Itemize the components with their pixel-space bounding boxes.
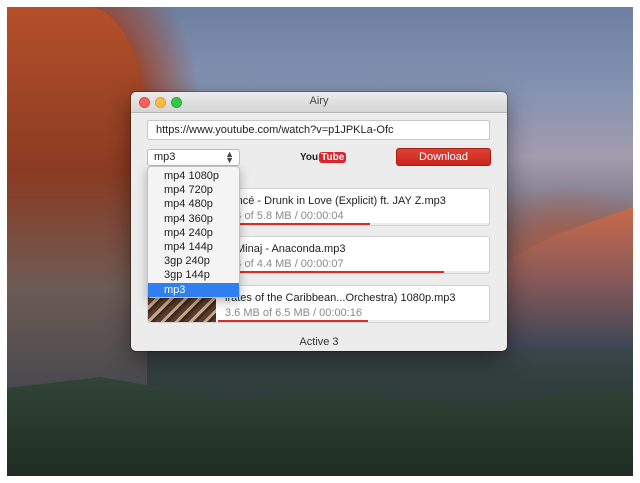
- title-bar[interactable]: Airy: [131, 92, 507, 113]
- download-item-progress-text: 3.6 MB of 6.5 MB / 00:00:16: [225, 307, 362, 319]
- download-item-progress-text: MB of 4.4 MB / 00:00:07: [225, 258, 344, 270]
- format-option[interactable]: mp4 240p: [148, 226, 239, 240]
- format-option[interactable]: mp4 360p: [148, 212, 239, 226]
- format-option[interactable]: mp4 144p: [148, 240, 239, 254]
- format-select-value: mp3: [154, 151, 176, 163]
- format-option[interactable]: mp3: [148, 282, 239, 297]
- format-option[interactable]: mp4 1080p: [148, 169, 239, 183]
- url-input[interactable]: https://www.youtube.com/watch?v=p1JPKLa-…: [147, 120, 490, 140]
- wallpaper-ridge: [503, 207, 633, 347]
- logo-you: You: [300, 152, 319, 163]
- progress-bar: [218, 223, 489, 225]
- window-title: Airy: [309, 95, 329, 107]
- chevron-updown-icon: ▲ ▼: [225, 149, 234, 165]
- download-item-progress-text: MB of 5.8 MB / 00:00:04: [225, 210, 344, 222]
- format-option[interactable]: mp4 720p: [148, 183, 239, 197]
- format-option[interactable]: 3gp 144p: [148, 268, 239, 282]
- format-option[interactable]: 3gp 240p: [148, 254, 239, 268]
- download-item-name: irates of the Caribbean...Orchestra) 108…: [225, 292, 456, 304]
- format-dropdown-menu: mp4 1080p mp4 720p mp4 480p mp4 360p mp4…: [147, 166, 240, 298]
- progress-bar: [218, 271, 489, 273]
- progress-bar-fill: [218, 223, 371, 225]
- format-select[interactable]: mp3 ▲ ▼: [147, 149, 240, 166]
- progress-bar: [218, 320, 489, 322]
- progress-bar-fill: [218, 271, 444, 273]
- wallpaper-forest: [7, 377, 633, 476]
- youtube-logo: You Tube: [300, 151, 347, 165]
- active-status: Active 3: [299, 336, 339, 348]
- download-button[interactable]: Download: [396, 148, 491, 166]
- logo-tube: Tube: [319, 152, 347, 163]
- progress-bar-fill: [218, 320, 368, 322]
- download-item-name: ki Minaj - Anaconda.mp3: [225, 243, 346, 255]
- format-option[interactable]: mp4 480p: [148, 197, 239, 211]
- download-item-name: yoncé - Drunk in Love (Explicit) ft. JAY…: [225, 195, 446, 207]
